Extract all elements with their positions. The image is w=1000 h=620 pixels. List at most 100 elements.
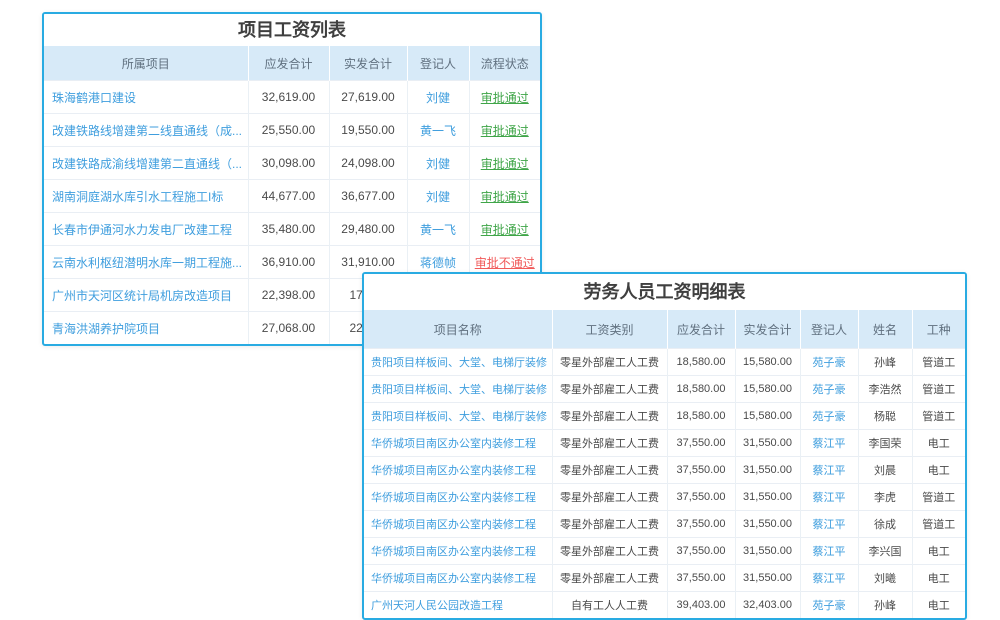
table-row: 改建铁路成渝线增建第二直通线（...30,098.0024,098.00刘健审批… bbox=[44, 147, 540, 180]
paid-amount: 31,550.00 bbox=[735, 565, 800, 592]
column-header-payable-total: 应发合计 bbox=[667, 310, 735, 349]
column-header-paid-total: 实发合计 bbox=[329, 46, 407, 81]
wage-type-cell: 零星外部雇工人工费 bbox=[552, 376, 667, 403]
column-header-project-name: 项目名称 bbox=[364, 310, 552, 349]
worker-name-cell: 李国荣 bbox=[858, 430, 912, 457]
labor-salary-detail-table-card: 劳务人员工资明细表 项目名称 工资类别 应发合计 实发合计 登记人 姓名 工种 … bbox=[362, 272, 967, 620]
paid-amount: 31,550.00 bbox=[735, 484, 800, 511]
paid-amount: 31,550.00 bbox=[735, 511, 800, 538]
job-type-cell: 管道工 bbox=[912, 349, 965, 376]
project-link[interactable]: 贵阳项目样板间、大堂、电梯厅装修 bbox=[364, 403, 552, 430]
payable-amount: 30,098.00 bbox=[248, 147, 329, 180]
worker-name-cell: 徐成 bbox=[858, 511, 912, 538]
labor-salary-detail-table-title: 劳务人员工资明细表 bbox=[364, 274, 965, 310]
paid-amount: 31,550.00 bbox=[735, 457, 800, 484]
table-row: 珠海鹤港口建设32,619.0027,619.00刘健审批通过 bbox=[44, 81, 540, 114]
registrar-link[interactable]: 刘健 bbox=[407, 180, 469, 213]
project-link[interactable]: 华侨城项目南区办公室内装修工程 bbox=[364, 430, 552, 457]
table-row: 华侨城项目南区办公室内装修工程零星外部雇工人工费37,550.0031,550.… bbox=[364, 565, 965, 592]
project-link[interactable]: 华侨城项目南区办公室内装修工程 bbox=[364, 484, 552, 511]
table-row: 贵阳项目样板间、大堂、电梯厅装修零星外部雇工人工费18,580.0015,580… bbox=[364, 376, 965, 403]
worker-name-cell: 孙峰 bbox=[858, 592, 912, 619]
table-row: 华侨城项目南区办公室内装修工程零星外部雇工人工费37,550.0031,550.… bbox=[364, 457, 965, 484]
labor-salary-detail-table: 项目名称 工资类别 应发合计 实发合计 登记人 姓名 工种 贵阳项目样板间、大堂… bbox=[364, 310, 965, 618]
wage-type-cell: 零星外部雇工人工费 bbox=[552, 511, 667, 538]
worker-name-cell: 李浩然 bbox=[858, 376, 912, 403]
paid-amount: 24,098.00 bbox=[329, 147, 407, 180]
registrar-link[interactable]: 蔡江平 bbox=[800, 565, 858, 592]
column-header-payable-total: 应发合计 bbox=[248, 46, 329, 81]
registrar-link[interactable]: 蔡江平 bbox=[800, 484, 858, 511]
payable-amount: 25,550.00 bbox=[248, 114, 329, 147]
registrar-link[interactable]: 苑子豪 bbox=[800, 349, 858, 376]
project-link[interactable]: 广州天河人民公园改造工程 bbox=[364, 592, 552, 619]
paid-amount: 15,580.00 bbox=[735, 403, 800, 430]
payable-amount: 32,619.00 bbox=[248, 81, 329, 114]
project-link[interactable]: 华侨城项目南区办公室内装修工程 bbox=[364, 565, 552, 592]
payable-amount: 22,398.00 bbox=[248, 279, 329, 312]
payable-amount: 37,550.00 bbox=[667, 457, 735, 484]
registrar-link[interactable]: 蔡江平 bbox=[800, 457, 858, 484]
project-link[interactable]: 改建铁路成渝线增建第二直通线（... bbox=[44, 147, 248, 180]
payable-amount: 35,480.00 bbox=[248, 213, 329, 246]
project-link[interactable]: 改建铁路线增建第二线直通线（成... bbox=[44, 114, 248, 147]
payable-amount: 37,550.00 bbox=[667, 511, 735, 538]
column-header-registrar: 登记人 bbox=[800, 310, 858, 349]
wage-type-cell: 零星外部雇工人工费 bbox=[552, 484, 667, 511]
job-type-cell: 管道工 bbox=[912, 511, 965, 538]
project-link[interactable]: 湖南洞庭湖水库引水工程施工I标 bbox=[44, 180, 248, 213]
project-link[interactable]: 贵阳项目样板间、大堂、电梯厅装修 bbox=[364, 376, 552, 403]
project-link[interactable]: 贵阳项目样板间、大堂、电梯厅装修 bbox=[364, 349, 552, 376]
registrar-link[interactable]: 蔡江平 bbox=[800, 511, 858, 538]
column-header-paid-total: 实发合计 bbox=[735, 310, 800, 349]
table-row: 华侨城项目南区办公室内装修工程零星外部雇工人工费37,550.0031,550.… bbox=[364, 511, 965, 538]
registrar-link[interactable]: 苑子豪 bbox=[800, 592, 858, 619]
registrar-link[interactable]: 刘健 bbox=[407, 147, 469, 180]
status-link[interactable]: 审批通过 bbox=[469, 180, 540, 213]
paid-amount: 15,580.00 bbox=[735, 376, 800, 403]
header-row: 项目名称 工资类别 应发合计 实发合计 登记人 姓名 工种 bbox=[364, 310, 965, 349]
registrar-link[interactable]: 苑子豪 bbox=[800, 376, 858, 403]
paid-amount: 32,403.00 bbox=[735, 592, 800, 619]
project-link[interactable]: 华侨城项目南区办公室内装修工程 bbox=[364, 457, 552, 484]
registrar-link[interactable]: 蔡江平 bbox=[800, 430, 858, 457]
job-type-cell: 电工 bbox=[912, 457, 965, 484]
registrar-link[interactable]: 蔡江平 bbox=[800, 538, 858, 565]
registrar-link[interactable]: 苑子豪 bbox=[800, 403, 858, 430]
payable-amount: 18,580.00 bbox=[667, 376, 735, 403]
status-link[interactable]: 审批通过 bbox=[469, 147, 540, 180]
table-row: 华侨城项目南区办公室内装修工程零星外部雇工人工费37,550.0031,550.… bbox=[364, 430, 965, 457]
status-link[interactable]: 审批通过 bbox=[469, 114, 540, 147]
registrar-link[interactable]: 黄一飞 bbox=[407, 213, 469, 246]
project-link[interactable]: 云南水利枢纽潜明水库一期工程施... bbox=[44, 246, 248, 279]
status-link[interactable]: 审批通过 bbox=[469, 81, 540, 114]
registrar-link[interactable]: 刘健 bbox=[407, 81, 469, 114]
column-header-project: 所属项目 bbox=[44, 46, 248, 81]
project-link[interactable]: 珠海鹤港口建设 bbox=[44, 81, 248, 114]
job-type-cell: 管道工 bbox=[912, 403, 965, 430]
project-link[interactable]: 青海洪湖养护院项目 bbox=[44, 312, 248, 345]
project-link[interactable]: 华侨城项目南区办公室内装修工程 bbox=[364, 538, 552, 565]
job-type-cell: 电工 bbox=[912, 592, 965, 619]
project-link[interactable]: 华侨城项目南区办公室内装修工程 bbox=[364, 511, 552, 538]
wage-type-cell: 零星外部雇工人工费 bbox=[552, 403, 667, 430]
column-header-worker-name: 姓名 bbox=[858, 310, 912, 349]
registrar-link[interactable]: 黄一飞 bbox=[407, 114, 469, 147]
project-salary-table-title: 项目工资列表 bbox=[44, 14, 540, 46]
header-row: 所属项目 应发合计 实发合计 登记人 流程状态 bbox=[44, 46, 540, 81]
worker-name-cell: 李虎 bbox=[858, 484, 912, 511]
paid-amount: 19,550.00 bbox=[329, 114, 407, 147]
status-link[interactable]: 审批通过 bbox=[469, 213, 540, 246]
table-row: 广州天河人民公园改造工程自有工人人工费39,403.0032,403.00苑子豪… bbox=[364, 592, 965, 619]
table-row: 华侨城项目南区办公室内装修工程零星外部雇工人工费37,550.0031,550.… bbox=[364, 538, 965, 565]
job-type-cell: 管道工 bbox=[912, 484, 965, 511]
job-type-cell: 电工 bbox=[912, 565, 965, 592]
paid-amount: 36,677.00 bbox=[329, 180, 407, 213]
wage-type-cell: 零星外部雇工人工费 bbox=[552, 538, 667, 565]
wage-type-cell: 零星外部雇工人工费 bbox=[552, 457, 667, 484]
paid-amount: 29,480.00 bbox=[329, 213, 407, 246]
project-link[interactable]: 广州市天河区统计局机房改造项目 bbox=[44, 279, 248, 312]
project-link[interactable]: 长春市伊通河水力发电厂改建工程 bbox=[44, 213, 248, 246]
column-header-wage-type: 工资类别 bbox=[552, 310, 667, 349]
worker-name-cell: 孙峰 bbox=[858, 349, 912, 376]
